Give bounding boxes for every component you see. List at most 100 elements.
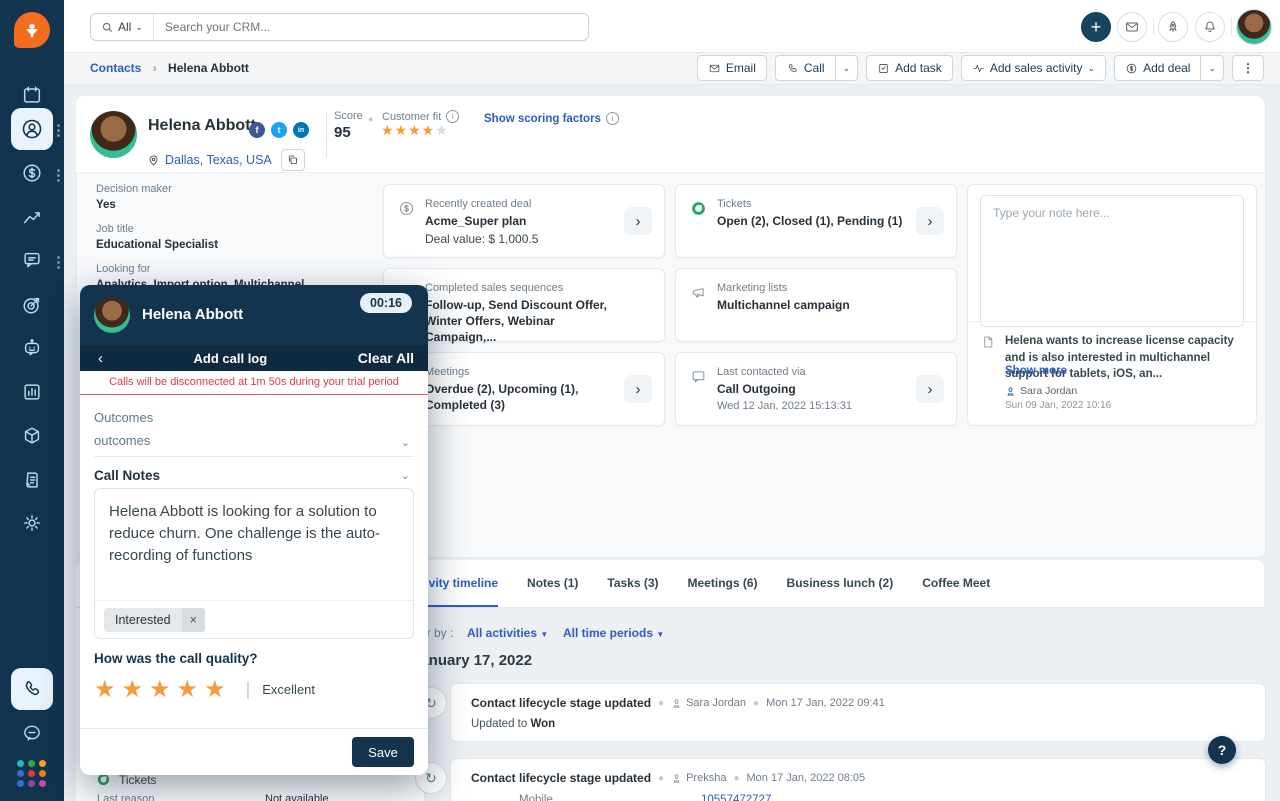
search-scope-label: All <box>118 20 132 34</box>
reports-icon[interactable] <box>11 371 53 413</box>
card-expand-button[interactable]: › <box>916 375 944 403</box>
plus-icon: + <box>1090 17 1102 37</box>
marketing-lists-card[interactable]: Marketing lists Multichannel campaign <box>675 268 957 342</box>
separator-dot: ● <box>658 772 665 784</box>
divider <box>968 321 1256 322</box>
show-more-link[interactable]: Show more <box>1005 365 1067 377</box>
separator-dot: ● <box>753 697 760 709</box>
chevron-down-icon: ⌄ <box>842 62 851 73</box>
documents-icon[interactable] <box>11 459 53 501</box>
info-icon[interactable]: i <box>605 112 619 125</box>
quality-stars[interactable]: ★★★★★ <box>94 675 232 704</box>
separator-dot: ● <box>733 772 740 784</box>
call-notes-header[interactable]: Call Notes ⌄ <box>94 467 414 485</box>
filter-periods-dropdown[interactable]: All time periods ▼ <box>563 626 664 640</box>
call-dialog-title: Add call log <box>193 350 268 366</box>
contacts-icon[interactable] <box>11 108 53 150</box>
add-deal-button[interactable]: Add deal <box>1114 55 1202 81</box>
breadcrumb-contacts-link[interactable]: Contacts <box>90 61 141 75</box>
add-task-button[interactable]: Add task <box>866 55 953 81</box>
chat-bubble-icon[interactable] <box>11 712 53 754</box>
last-contacted-card[interactable]: Last contacted via Call Outgoing Wed 12 Ja… <box>675 352 957 426</box>
add-sales-activity-button[interactable]: Add sales activity ⌄ <box>960 55 1107 81</box>
deals-icon[interactable] <box>11 152 53 194</box>
twitter-icon[interactable]: t <box>271 122 287 138</box>
linkedin-icon[interactable]: in <box>293 122 309 138</box>
email-inbox-button[interactable] <box>1117 12 1147 42</box>
header-divider <box>326 112 327 158</box>
chevron-down-icon: ⌄ <box>1087 62 1096 73</box>
copy-icon <box>288 155 297 164</box>
conversations-menu-dots[interactable] <box>57 254 60 271</box>
note-input[interactable] <box>980 195 1244 327</box>
call-dropdown-button[interactable]: ⌄ <box>835 55 859 81</box>
entry-detail-label: Mobile <box>519 794 553 801</box>
tag-close-icon[interactable]: × <box>181 607 205 632</box>
bell-icon <box>1205 21 1215 33</box>
filter-activities-dropdown[interactable]: All activities ▼ <box>467 626 548 640</box>
topbar-divider <box>1153 17 1154 35</box>
tab-coffee-meet[interactable]: Coffee Meet <box>922 560 990 605</box>
contact-location-link[interactable]: Dallas, Texas, USA <box>165 153 272 167</box>
field-value: Yes <box>96 199 116 211</box>
card-expand-button[interactable]: › <box>624 375 652 403</box>
clear-all-button[interactable]: Clear All <box>358 350 414 366</box>
card-expand-button[interactable]: › <box>624 207 652 235</box>
field-label: Decision maker <box>96 183 172 195</box>
trial-warning: Calls will be disconnected at 1m 50s dur… <box>80 371 428 395</box>
notes-panel: Helena wants to increase license capacit… <box>967 184 1257 426</box>
megaphone-icon <box>690 284 707 306</box>
divider: | <box>245 679 251 699</box>
tab-notes[interactable]: Notes (1) <box>527 560 578 605</box>
deals-menu-dots[interactable] <box>57 167 60 184</box>
call-notes-input[interactable]: Helena Abbott is looking for a solution … <box>95 489 413 578</box>
more-actions-button[interactable]: ⋮ <box>1232 55 1264 81</box>
last-reason-value: Not available <box>265 793 329 801</box>
phone-icon[interactable] <box>11 668 53 710</box>
global-search[interactable]: All ⌄ <box>90 13 589 41</box>
quick-add-button[interactable]: + <box>1081 12 1111 42</box>
copy-button[interactable] <box>280 149 305 171</box>
notifications-button[interactable] <box>1195 12 1225 42</box>
field-label: Job title <box>96 223 134 235</box>
separator-dot: ● <box>658 697 665 709</box>
app-switcher-icon[interactable] <box>11 752 53 794</box>
search-input[interactable] <box>153 19 588 35</box>
freshsales-crm-app: All ⌄ + Contacts › Helena Abbott Email C… <box>0 0 1280 801</box>
tab-business-lunch[interactable]: Business lunch (2) <box>787 560 894 605</box>
help-button[interactable]: ? <box>1208 736 1236 764</box>
freshworks-logo-icon[interactable] <box>14 12 50 48</box>
add-deal-dropdown-button[interactable]: ⌄ <box>1201 55 1224 81</box>
tab-meetings[interactable]: Meetings (6) <box>688 560 758 605</box>
card-expand-button[interactable]: › <box>916 207 944 235</box>
entry-time: Mon 17 Jan, 2022 08:05 <box>746 772 866 784</box>
conversations-icon[interactable] <box>11 239 53 281</box>
marketing-target-icon[interactable] <box>11 284 53 326</box>
contacts-menu-dots[interactable] <box>57 122 60 139</box>
analytics-icon[interactable] <box>11 196 53 238</box>
settings-gear-icon[interactable] <box>11 502 53 544</box>
facebook-icon[interactable]: f <box>249 122 265 138</box>
tickets-card[interactable]: Tickets Open (2), Closed (1), Pending (1)… <box>675 184 957 258</box>
call-button[interactable]: Call <box>774 55 836 81</box>
show-scoring-factors-link[interactable]: Show scoring factors <box>484 113 601 125</box>
bot-icon[interactable] <box>11 327 53 369</box>
left-nav-sidebar <box>0 0 64 801</box>
email-button[interactable]: Email <box>696 55 767 81</box>
outcomes-select[interactable]: outcomes ⌄ <box>94 432 414 457</box>
breadcrumb-separator-icon: › <box>152 61 157 75</box>
user-avatar[interactable] <box>1236 9 1272 45</box>
recent-deal-card[interactable]: Recently created deal Acme_Super plan Deal… <box>383 184 665 258</box>
whats-new-button[interactable] <box>1158 12 1188 42</box>
interested-tag: Interested × <box>104 607 205 632</box>
save-button[interactable]: Save <box>352 737 414 767</box>
call-dialog-header: Helena Abbott 00:16 <box>80 285 428 345</box>
note-author: Sara Jordan <box>1020 385 1078 397</box>
entry-phone-link[interactable]: 10557472727 <box>701 794 771 801</box>
tab-tasks[interactable]: Tasks (3) <box>607 560 658 605</box>
freshdesk-ticket-icon <box>690 200 707 222</box>
activity-icon <box>973 64 984 72</box>
search-scope-dropdown[interactable]: All ⌄ <box>91 14 154 40</box>
score-value: 95 <box>334 124 351 141</box>
products-icon[interactable] <box>11 415 53 457</box>
